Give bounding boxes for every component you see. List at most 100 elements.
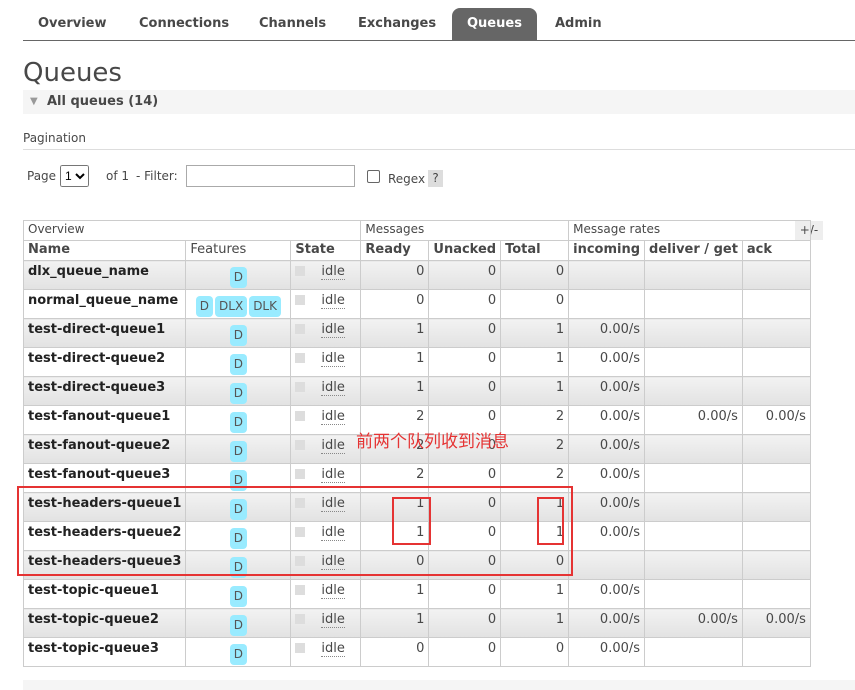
col-deliver-get[interactable]: deliver / get (644, 240, 743, 261)
state-label: idle (321, 264, 345, 280)
table-row: test-direct-queue1 D idle 1 0 1 0.00/s (22, 318, 811, 348)
table-row: test-topic-queue2 D idle 1 0 1 0.00/s 0.… (22, 608, 811, 638)
queue-name-link[interactable]: test-topic-queue2 (22, 608, 187, 638)
table-row: test-direct-queue3 D idle 1 0 1 0.00/s (22, 376, 811, 406)
queue-name-link[interactable]: test-fanout-queue2 (22, 434, 187, 464)
unacked-cell: 0 (428, 347, 502, 377)
annotation-box-headers (17, 486, 573, 576)
page-label: Page (27, 169, 57, 183)
col-unacked[interactable]: Unacked (428, 240, 502, 261)
main-nav: Overview Connections Channels Exchanges … (23, 8, 855, 41)
state-label: idle (321, 409, 345, 425)
queue-name-link[interactable]: test-topic-queue1 (22, 579, 187, 609)
tab-overview[interactable]: Overview (23, 8, 122, 40)
queue-name-link[interactable]: test-fanout-queue1 (22, 405, 187, 435)
state-cell: idle (290, 608, 362, 638)
total-cell: 1 (500, 376, 570, 406)
ack-cell: 0.00/s (741, 608, 811, 638)
features-cell: D (185, 347, 292, 377)
state-label: idle (321, 438, 345, 454)
state-cell: idle (290, 434, 362, 464)
incoming-cell: 0.00/s (568, 463, 646, 493)
feature-badge: D (229, 441, 248, 462)
queue-name-link[interactable]: normal_queue_name (22, 289, 187, 319)
table-row: test-direct-queue2 D idle 1 0 1 0.00/s (22, 347, 811, 377)
state-indicator-icon (295, 382, 306, 392)
incoming-cell: 0.00/s (568, 608, 646, 638)
state-indicator-icon (295, 266, 306, 276)
col-ready[interactable]: Ready (360, 240, 430, 261)
tab-queues[interactable]: Queues (452, 8, 537, 40)
queue-name-link[interactable]: dlx_queue_name (22, 260, 187, 290)
page-select[interactable]: 1 (60, 165, 89, 187)
tab-connections[interactable]: Connections (124, 8, 244, 40)
annotation-text: 前两个队列收到消息 (356, 432, 509, 452)
state-label: idle (321, 641, 345, 657)
state-cell: idle (290, 376, 362, 406)
unacked-cell: 0 (428, 318, 502, 348)
ready-cell: 1 (360, 579, 430, 609)
state-indicator-icon (295, 469, 306, 479)
deliver-get-cell (644, 318, 743, 348)
deliver-get-cell (644, 579, 743, 609)
state-indicator-icon (295, 614, 306, 624)
ack-cell (741, 289, 811, 319)
state-label: idle (321, 380, 345, 396)
tab-admin[interactable]: Admin (540, 8, 617, 40)
queue-name-link[interactable]: test-topic-queue3 (22, 637, 187, 667)
deliver-get-cell (644, 260, 743, 290)
regex-label: Regex (388, 172, 426, 186)
pagination-heading: Pagination (23, 131, 855, 150)
ack-cell (741, 579, 811, 609)
filter-input[interactable] (186, 165, 355, 187)
ready-cell: 1 (360, 376, 430, 406)
all-queues-toggle[interactable]: ▼ All queues (14) (23, 90, 855, 114)
feature-badge: DLX (215, 296, 248, 317)
section-label: All queues (14) (47, 94, 159, 109)
queue-name-link[interactable]: test-direct-queue2 (22, 347, 187, 377)
col-ack[interactable]: ack (741, 240, 811, 261)
col-state[interactable]: State (290, 240, 362, 261)
state-indicator-icon (295, 440, 306, 450)
state-cell: idle (290, 260, 362, 290)
feature-badge: D (229, 354, 248, 375)
incoming-cell: 0.00/s (568, 376, 646, 406)
tab-exchanges[interactable]: Exchanges (343, 8, 451, 40)
col-name[interactable]: Name (22, 240, 187, 261)
group-overview: Overview (22, 220, 362, 241)
queue-name-link[interactable]: test-direct-queue1 (22, 318, 187, 348)
total-cell: 0 (500, 289, 570, 319)
features-cell: D (185, 434, 292, 464)
unacked-cell: 0 (428, 260, 502, 290)
incoming-cell (568, 260, 646, 290)
page-title: Queues (23, 58, 122, 88)
table-row: normal_queue_name D DLX DLK idle 0 0 0 (22, 289, 811, 319)
total-cell: 1 (500, 608, 570, 638)
state-indicator-icon (295, 353, 306, 363)
deliver-get-cell (644, 492, 743, 522)
state-cell: idle (290, 347, 362, 377)
feature-badge: D (229, 615, 248, 636)
col-incoming[interactable]: incoming (568, 240, 646, 261)
state-label: idle (321, 322, 345, 338)
filter-label: - Filter: (136, 169, 178, 183)
total-cell: 1 (500, 318, 570, 348)
state-label: idle (321, 351, 345, 367)
col-total[interactable]: Total (500, 240, 570, 261)
incoming-cell (568, 289, 646, 319)
feature-badge: D (229, 644, 248, 665)
deliver-get-cell (644, 347, 743, 377)
feature-badge: D (229, 267, 248, 288)
regex-checkbox[interactable] (367, 170, 380, 183)
total-cell: 2 (500, 434, 570, 464)
ack-cell (741, 492, 811, 522)
deliver-get-cell (644, 637, 743, 667)
ready-cell: 0 (360, 637, 430, 667)
features-cell: D DLX DLK (185, 289, 292, 319)
incoming-cell: 0.00/s (568, 347, 646, 377)
queue-name-link[interactable]: test-direct-queue3 (22, 376, 187, 406)
deliver-get-cell (644, 376, 743, 406)
ready-cell: 1 (360, 347, 430, 377)
tab-channels[interactable]: Channels (244, 8, 341, 40)
regex-help-button[interactable]: ? (428, 170, 443, 187)
